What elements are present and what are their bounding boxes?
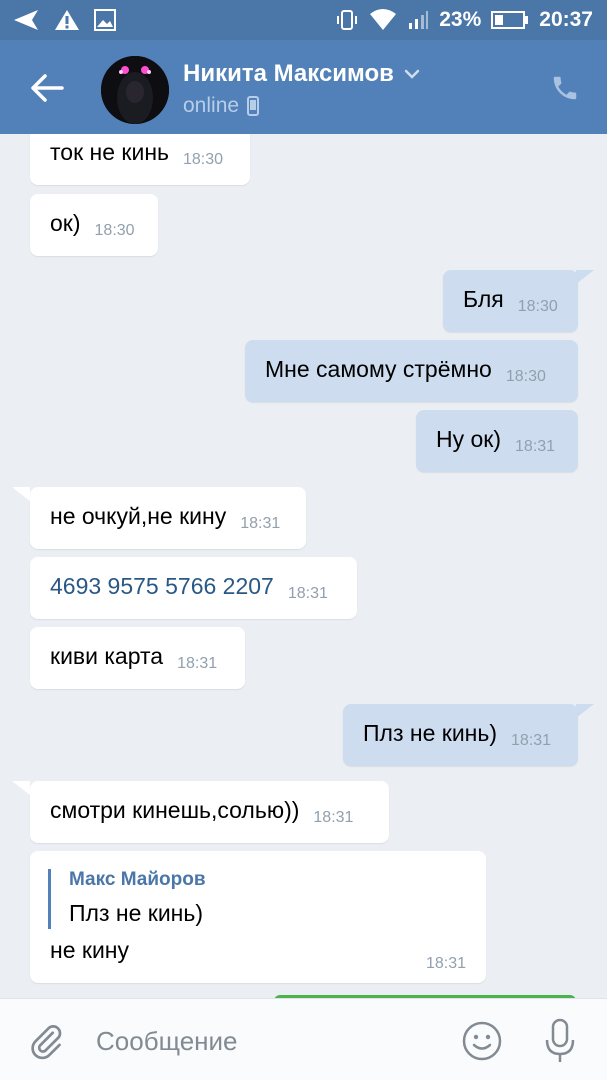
message-time: 18:31 (287, 585, 328, 602)
message-time: 18:31 (313, 809, 354, 826)
contact-name: Никита Максимов (183, 60, 394, 87)
chevron-down-icon (404, 69, 420, 79)
voice-message-button[interactable] (538, 1017, 582, 1065)
message-time: 18:31 (177, 655, 218, 672)
emoji-button[interactable] (460, 1019, 504, 1063)
mobile-icon (247, 96, 260, 116)
microphone-icon (545, 1018, 575, 1062)
message-outgoing[interactable]: Бля 18:30 (443, 270, 578, 332)
arrow-back-icon (31, 74, 64, 102)
message-text: Бля (463, 286, 504, 312)
status-bar-left (12, 0, 116, 40)
message-time: 18:30 (505, 368, 546, 385)
call-button[interactable] (545, 68, 585, 108)
contact-status: online (183, 94, 240, 117)
message-list[interactable]: ток не кинь 18:30 ок) 18:30 Бля 18:30 Мн… (0, 134, 607, 998)
send-icon (12, 8, 40, 32)
status-bar-right: 23% 20:37 (335, 0, 593, 40)
bubble-tail (12, 781, 30, 795)
card-number-link[interactable]: 4693 9575 5766 2207 (50, 573, 274, 619)
attach-button[interactable] (24, 1019, 68, 1063)
quoted-text: Плз не кинь) (69, 900, 204, 926)
message-outgoing[interactable]: Мне самому стрёмно 18:30 (245, 340, 578, 402)
quoted-message[interactable]: Макс Майоров Плз не кинь) (48, 869, 206, 929)
message-text: Ну ок) (436, 426, 502, 452)
message-text: смотри кинешь,солью)) (50, 797, 300, 823)
message-incoming[interactable]: смотри кинешь,солью)) 18:31 (30, 781, 389, 843)
chat-header: Никита Максимов online (0, 40, 607, 134)
status-time: 20:37 (539, 8, 593, 31)
message-time: 18:31 (511, 732, 552, 749)
message-time: 18:31 (425, 955, 466, 972)
bubble-tail (12, 487, 30, 501)
message-outgoing[interactable]: Ну ок) 18:31 (416, 410, 578, 472)
signal-icon (407, 9, 429, 31)
message-text: Плз не кинь) (363, 720, 498, 746)
message-input[interactable] (96, 1019, 436, 1063)
smile-icon (462, 1021, 502, 1061)
message-incoming-reply[interactable]: Макс Майоров Плз не кинь) не кину 18:31 (30, 851, 486, 983)
battery-icon (491, 9, 529, 31)
message-text: ток не кинь (50, 139, 169, 165)
message-time: 18:30 (183, 151, 224, 168)
message-text: ок) (50, 210, 81, 236)
message-text: не очкуй,не кину (50, 503, 227, 529)
contact-title[interactable]: Никита Максимов (183, 60, 420, 88)
composer (0, 998, 607, 1080)
contact-status-row: online (183, 94, 260, 118)
paperclip-icon (31, 1025, 62, 1060)
wifi-icon (369, 8, 397, 32)
warning-icon (54, 8, 80, 32)
message-incoming[interactable]: ток не кинь 18:30 (30, 134, 250, 185)
vibrate-icon (335, 8, 359, 32)
message-time: 18:31 (515, 438, 556, 455)
message-time: 18:30 (94, 222, 135, 239)
status-bar: 23% 20:37 (0, 0, 607, 40)
message-outgoing[interactable]: Плз не кинь) 18:31 (343, 704, 578, 766)
quoted-author: Макс Майоров (69, 869, 206, 890)
bubble-tail (576, 270, 594, 284)
message-text: киви карта (50, 643, 164, 669)
message-incoming[interactable]: киви карта 18:31 (30, 627, 245, 689)
phone-icon (553, 76, 577, 100)
bubble-tail (576, 704, 594, 718)
message-text: не кину (50, 937, 129, 963)
message-time: 18:31 (240, 515, 281, 532)
back-button[interactable] (22, 68, 72, 108)
message-incoming[interactable]: ок) 18:30 (30, 194, 158, 256)
message-incoming[interactable]: 4693 9575 5766 2207 18:31 (30, 557, 357, 619)
avatar[interactable] (101, 56, 169, 124)
battery-percent: 23% (439, 8, 482, 31)
message-incoming[interactable]: не очкуй,не кину 18:31 (30, 487, 306, 549)
image-icon (94, 9, 116, 31)
message-time: 18:30 (517, 298, 558, 315)
message-text: Мне самому стрёмно (265, 356, 492, 382)
